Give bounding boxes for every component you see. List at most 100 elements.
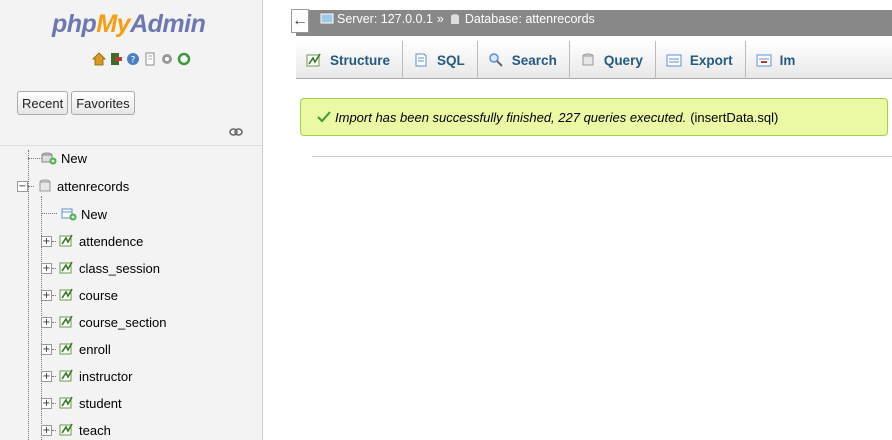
database-icon xyxy=(37,179,53,193)
svg-text:?: ? xyxy=(131,56,136,66)
table-icon xyxy=(59,315,75,329)
tree-connector xyxy=(52,267,56,269)
recent-button[interactable]: Recent xyxy=(17,91,69,115)
navigation-panel: phpMyAdmin ? Recent Favorites New − atte… xyxy=(0,0,263,440)
structure-icon xyxy=(306,52,322,68)
query-icon xyxy=(580,52,596,68)
tree-item-table[interactable]: + student xyxy=(41,393,122,413)
tab-query[interactable]: Query xyxy=(570,41,656,79)
tab-import[interactable]: Im xyxy=(746,41,808,79)
tree-divider xyxy=(0,145,262,146)
success-message-text: Import has been successfully finished, 2… xyxy=(335,109,687,125)
main-tabs: Structure SQL Search Query Export Im xyxy=(296,41,892,79)
tab-label: Export xyxy=(689,52,733,68)
table-icon xyxy=(59,261,75,275)
search-icon xyxy=(488,52,504,68)
collapse-navigation-arrow-icon[interactable]: ← xyxy=(291,9,309,33)
expand-icon[interactable]: + xyxy=(41,316,52,328)
tree-label: New xyxy=(81,206,108,222)
reload-icon[interactable] xyxy=(177,52,191,66)
tab-sql[interactable]: SQL xyxy=(403,41,478,79)
export-icon xyxy=(666,52,682,68)
table-name: student xyxy=(79,395,122,411)
tab-structure[interactable]: Structure xyxy=(296,41,404,79)
success-message: Import has been successfully finished, 2… xyxy=(300,98,888,136)
favorites-button[interactable]: Favorites xyxy=(71,91,135,115)
tree-item-new-table[interactable]: New xyxy=(58,204,107,224)
tree-connector xyxy=(52,348,56,350)
home-icon[interactable] xyxy=(92,52,106,66)
link-with-main-panel-icon[interactable] xyxy=(229,125,243,136)
recent-favorites-tabs: Recent Favorites xyxy=(17,91,135,115)
table-name: attendence xyxy=(79,233,144,249)
tab-label: Structure xyxy=(330,52,391,68)
collapse-icon[interactable]: − xyxy=(17,180,28,192)
breadcrumb-database[interactable]: Database: attenrecords xyxy=(465,12,595,26)
table-name: course xyxy=(79,287,119,303)
phpmyadmin-window: phpMyAdmin ? Recent Favorites New − atte… xyxy=(0,0,892,440)
tree-item-table[interactable]: + course xyxy=(41,285,118,305)
tree-connector xyxy=(28,185,34,187)
expand-icon[interactable]: + xyxy=(41,235,52,247)
tree-connector xyxy=(52,375,56,377)
expand-icon[interactable]: + xyxy=(41,370,52,382)
logo-my-text: My xyxy=(96,10,131,38)
table-name: course_section xyxy=(79,314,167,330)
sql-icon xyxy=(413,52,429,68)
tree-item-table[interactable]: + attendence xyxy=(41,231,143,251)
table-icon xyxy=(59,342,75,356)
success-message-file: (insertData.sql) xyxy=(690,109,779,125)
tab-export[interactable]: Export xyxy=(656,41,746,79)
tree-connector xyxy=(52,321,56,323)
breadcrumb: Server: 127.0.0.1 » Database: attenrecor… xyxy=(320,12,595,26)
new-database-icon xyxy=(41,151,57,165)
tree-connector xyxy=(41,213,57,214)
tree-item-database[interactable]: − attenrecords xyxy=(17,176,129,196)
new-table-icon xyxy=(61,207,77,221)
tree-connector xyxy=(52,294,56,296)
table-name: teach xyxy=(79,422,111,438)
expand-icon[interactable]: + xyxy=(41,397,52,409)
table-icon xyxy=(59,234,75,248)
tree-item-table[interactable]: + teach xyxy=(41,420,111,440)
checkmark-icon xyxy=(317,111,331,123)
tree-item-table[interactable]: + class_session xyxy=(41,258,160,278)
logo-php-text: php xyxy=(52,10,97,38)
tab-search[interactable]: Search xyxy=(478,41,570,79)
tab-label: SQL xyxy=(437,52,465,68)
table-name: class_session xyxy=(79,260,160,276)
tree-connector xyxy=(52,240,56,242)
database-icon xyxy=(448,13,462,25)
tree-item-table[interactable]: + instructor xyxy=(41,366,132,386)
table-icon xyxy=(59,288,75,302)
tree-item-table[interactable]: + enroll xyxy=(41,339,111,359)
logo-admin-text: Admin xyxy=(130,10,206,38)
tree-label: New xyxy=(61,150,88,166)
table-icon xyxy=(59,423,75,437)
table-name: instructor xyxy=(79,368,133,384)
docs-icon[interactable] xyxy=(143,52,157,66)
table-icon xyxy=(59,369,75,383)
tab-label: Query xyxy=(603,52,643,68)
tree-item-new-database[interactable]: New xyxy=(38,148,87,168)
tree-item-table[interactable]: + course_section xyxy=(41,312,166,332)
expand-icon[interactable]: + xyxy=(41,289,52,301)
tab-label: Search xyxy=(511,52,557,68)
tree-connector xyxy=(52,402,56,404)
expand-icon[interactable]: + xyxy=(41,262,52,274)
breadcrumb-server[interactable]: Server: 127.0.0.1 xyxy=(337,12,433,26)
quick-links: ? xyxy=(92,52,191,66)
tab-label: Im xyxy=(779,52,796,68)
database-name: attenrecords xyxy=(57,178,130,194)
phpmyadmin-logo[interactable]: phpMyAdmin xyxy=(52,10,206,39)
import-icon xyxy=(756,52,772,68)
tree-connector xyxy=(52,429,56,431)
expand-icon[interactable]: + xyxy=(41,343,52,355)
expand-icon[interactable]: + xyxy=(41,424,52,436)
help-icon[interactable]: ? xyxy=(126,52,140,66)
settings-icon[interactable] xyxy=(160,52,174,66)
exit-icon[interactable] xyxy=(109,52,123,66)
breadcrumb-separator: » xyxy=(436,12,444,26)
table-name: enroll xyxy=(79,341,111,357)
table-icon xyxy=(59,396,75,410)
